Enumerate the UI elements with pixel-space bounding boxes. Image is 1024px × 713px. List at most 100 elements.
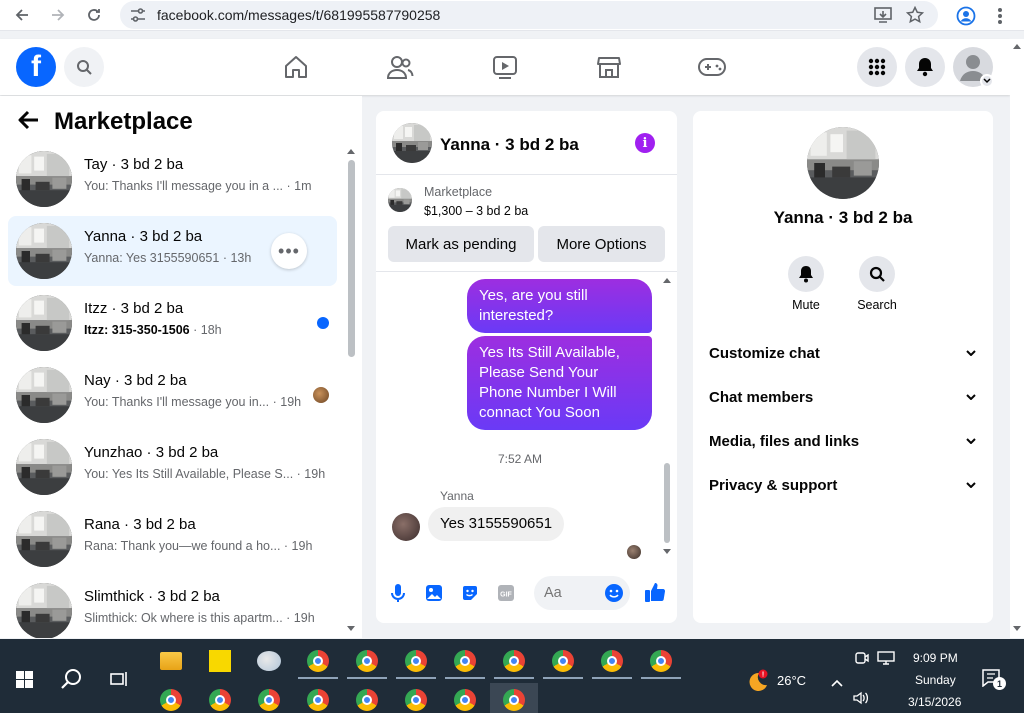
file-explorer-icon[interactable] [160,652,182,670]
reload-icon[interactable] [82,3,106,27]
friends-icon[interactable] [385,53,415,81]
chrome-window-icon[interactable] [160,689,182,711]
chrome-window-icon[interactable] [454,689,476,711]
clock-time[interactable]: 9:09 PM [913,651,958,665]
chrome-window-icon[interactable] [356,650,378,672]
facebook-logo-icon[interactable]: f [16,47,56,87]
chrome-window-icon[interactable] [258,689,280,711]
gif-icon[interactable]: GIF [496,583,516,603]
account-avatar[interactable] [953,47,994,88]
forward-icon[interactable] [46,3,70,27]
mark-as-pending-button[interactable]: Mark as pending [388,226,534,262]
search-icon[interactable] [859,256,895,292]
network-icon[interactable] [877,651,895,670]
conversation-item[interactable]: Tay · 3 bd 2 ba You: Thanks I'll message … [8,144,337,214]
notifications-bell-icon[interactable] [905,47,945,87]
conversation-avatar[interactable] [16,223,72,279]
url-text[interactable]: facebook.com/messages/t/681995587790258 [157,7,440,23]
task-view-icon[interactable] [110,670,128,693]
preview-time: · 19h [286,611,315,625]
back-icon[interactable] [10,3,34,27]
sticker-icon[interactable] [460,583,480,603]
chrome-window-icon[interactable] [307,650,329,672]
media-files-links-row[interactable]: Media, files and links [709,429,977,453]
conversation-item[interactable]: Nay · 3 bd 2 ba You: Thanks I'll message … [8,360,337,430]
listing-thumbnail[interactable] [388,188,412,212]
conversation-item[interactable]: Slimthick · 3 bd 2 ba Slimthick: Ok where… [8,576,337,638]
search-conversation-button[interactable]: Search [847,256,907,312]
chrome-window-icon[interactable] [405,689,427,711]
chat-avatar[interactable] [392,123,432,163]
weather-temp[interactable]: 26°C [777,673,806,688]
chevron-up-icon[interactable] [831,674,843,692]
chrome-window-icon[interactable] [209,689,231,711]
back-arrow-icon[interactable] [18,110,40,135]
volume-icon[interactable] [853,691,869,710]
thread-scrollbar[interactable] [662,277,672,557]
message-input[interactable] [544,585,604,601]
notification-center-icon[interactable]: 1 [982,669,1006,692]
conversation-avatar[interactable] [16,295,72,351]
info-icon[interactable]: i [635,133,655,153]
bell-icon[interactable] [788,256,824,292]
chrome-window-icon[interactable] [503,650,525,672]
pinned-app-icon[interactable] [257,651,281,671]
preview-text: Slimthick: Ok where is this apartm... [84,611,283,625]
weather-icon[interactable]: ! [745,669,769,696]
customize-chat-row[interactable]: Customize chat [709,341,977,365]
address-bar[interactable]: facebook.com/messages/t/681995587790258 [120,1,938,29]
chat-members-row[interactable]: Chat members [709,385,977,409]
menu-grid-icon[interactable] [857,47,897,87]
taskbar-search-icon[interactable] [61,668,83,695]
chrome-window-icon[interactable] [503,689,525,711]
site-settings-icon[interactable] [130,8,146,27]
conversation-name: Slimthick · 3 bd 2 ba [84,588,220,605]
profile-icon[interactable] [956,6,976,31]
more-options-icon[interactable]: ••• [271,233,307,269]
conversation-avatar[interactable] [16,583,72,638]
microphone-icon[interactable] [388,583,408,603]
conversation-avatar[interactable] [16,151,72,207]
more-options-button[interactable]: More Options [538,226,665,262]
conversation-scrollbar[interactable] [346,146,356,636]
chrome-window-icon[interactable] [601,650,623,672]
conversation-item[interactable]: Yanna · 3 bd 2 ba Yanna: Yes 3155590651 ·… [8,216,337,286]
photo-icon[interactable] [424,583,444,603]
marketplace-icon[interactable] [594,53,624,81]
chat-title[interactable]: Yanna · 3 bd 2 ba [440,135,579,155]
chrome-window-icon[interactable] [405,650,427,672]
windows-start-icon[interactable] [16,671,33,693]
conversation-avatar[interactable] [16,439,72,495]
message-input-box[interactable] [534,576,630,610]
browser-menu-icon[interactable] [996,6,1004,31]
chrome-window-icon[interactable] [307,689,329,711]
emoji-icon[interactable] [604,583,624,608]
meet-now-icon[interactable] [855,651,869,670]
sender-avatar[interactable] [392,513,420,541]
conversation-avatar[interactable] [16,511,72,567]
clock-day[interactable]: Sunday [915,673,956,687]
chrome-window-icon[interactable] [454,650,476,672]
conversation-item[interactable]: Yunzhao · 3 bd 2 ba You: Yes Its Still Av… [8,432,337,502]
search-icon[interactable] [64,47,104,87]
gaming-icon[interactable] [697,53,727,81]
profile-avatar[interactable] [807,127,879,199]
clock-date[interactable]: 3/15/2026 [908,695,961,709]
chrome-window-icon[interactable] [650,650,672,672]
listing-price: $1,300 – 3 bd 2 ba [424,204,529,218]
bookmark-star-icon[interactable] [905,5,925,29]
chrome-window-icon[interactable] [552,650,574,672]
home-icon[interactable] [281,53,311,81]
install-app-icon[interactable] [874,7,892,28]
sticky-notes-icon[interactable] [209,650,231,672]
video-icon[interactable] [490,53,520,81]
conversation-item[interactable]: Rana · 3 bd 2 ba Rana: Thank you—we found… [8,504,337,574]
conversation-avatar[interactable] [16,367,72,423]
mute-button[interactable]: Mute [776,256,836,312]
page-scrollbar[interactable] [1010,39,1024,638]
conversation-item[interactable]: Itzz · 3 bd 2 ba Itzz: 315-350-1506 · 18h [8,288,337,358]
like-thumb-icon[interactable] [644,581,666,603]
chrome-window-icon[interactable] [356,689,378,711]
account-chevron-icon[interactable] [980,74,994,88]
privacy-support-row[interactable]: Privacy & support [709,473,977,497]
